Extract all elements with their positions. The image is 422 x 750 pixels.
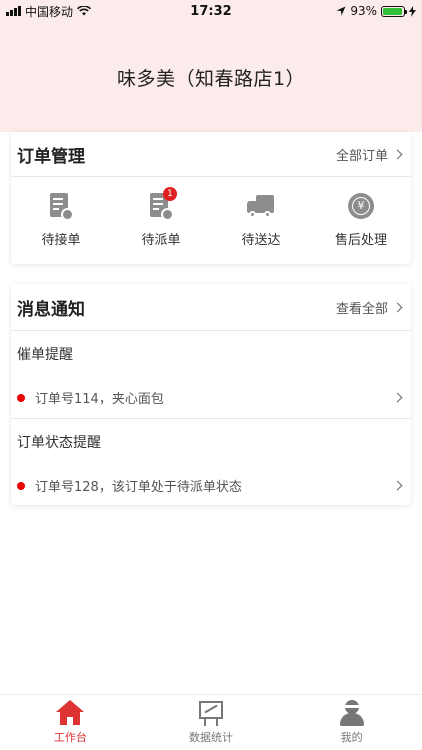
pending-order-icon bbox=[47, 192, 75, 221]
store-header: 味多美（知春路店1） bbox=[0, 22, 422, 132]
message-group-status: 订单状态提醒 订单号128，该订单处于待派单状态 bbox=[11, 419, 411, 506]
battery-icon bbox=[381, 5, 407, 17]
order-item-label: 售后处理 bbox=[334, 232, 387, 248]
home-icon bbox=[55, 700, 85, 726]
order-card-header: 订单管理 全部订单 bbox=[11, 132, 411, 177]
dispatch-order-icon: 1 bbox=[147, 186, 177, 221]
badge-count: 1 bbox=[163, 186, 177, 201]
message-text: 订单号128，该订单处于待派单状态 bbox=[35, 480, 242, 495]
message-card-header: 消息通知 查看全部 bbox=[11, 284, 411, 331]
battery-percent: 93% bbox=[350, 4, 377, 18]
unread-dot-icon bbox=[17, 393, 25, 402]
yuan-coin-icon: ¥ bbox=[347, 192, 375, 221]
chevron-right-icon bbox=[392, 392, 403, 403]
unread-dot-icon bbox=[17, 481, 25, 490]
order-item-dispatch[interactable]: 1 待派单 bbox=[111, 177, 211, 263]
view-all-label: 查看全部 bbox=[335, 301, 388, 317]
message-item[interactable]: 订单号114，夹心面包 bbox=[11, 377, 411, 418]
order-item-pending[interactable]: 待接单 bbox=[11, 177, 111, 263]
chevron-right-icon bbox=[392, 149, 403, 159]
order-item-label: 待送达 bbox=[241, 232, 281, 248]
message-item[interactable]: 订单号128，该订单处于待派单状态 bbox=[11, 465, 411, 506]
chevron-right-icon bbox=[392, 302, 403, 312]
order-card-title: 订单管理 bbox=[17, 146, 85, 167]
all-orders-link[interactable]: 全部订单 bbox=[336, 145, 405, 164]
message-group-urge: 催单提醒 订单号114，夹心面包 bbox=[11, 331, 411, 419]
all-orders-label: 全部订单 bbox=[335, 148, 388, 164]
order-item-label: 待派单 bbox=[141, 232, 181, 248]
tab-label: 数据统计 bbox=[189, 731, 233, 744]
status-bar: 中国移动 17:32 93% bbox=[0, 0, 422, 22]
message-type-label: 订单状态提醒 bbox=[17, 435, 101, 451]
tab-workbench[interactable]: 工作台 bbox=[0, 695, 141, 750]
chevron-right-icon bbox=[392, 480, 403, 491]
charging-bolt-icon bbox=[409, 5, 416, 17]
store-name: 味多美（知春路店1） bbox=[116, 67, 306, 90]
tab-statistics[interactable]: 数据统计 bbox=[141, 695, 282, 750]
order-management-card: 订单管理 全部订单 待接单 1 待派单 待送达 ¥ 售后处理 bbox=[11, 132, 411, 264]
order-item-after-sales[interactable]: ¥ 售后处理 bbox=[311, 177, 411, 263]
tab-label: 我的 bbox=[340, 731, 363, 744]
message-type-label: 催单提醒 bbox=[17, 347, 73, 363]
message-card-title: 消息通知 bbox=[17, 299, 85, 320]
bottom-tab-bar: 工作台 数据统计 我的 bbox=[0, 694, 422, 750]
order-item-label: 待接单 bbox=[41, 232, 81, 248]
status-right: 93% bbox=[336, 4, 416, 18]
view-all-link[interactable]: 查看全部 bbox=[336, 298, 405, 317]
order-item-delivering[interactable]: 待送达 bbox=[211, 177, 311, 263]
chart-board-icon bbox=[196, 700, 226, 726]
location-arrow-icon bbox=[336, 6, 346, 16]
message-text: 订单号114，夹心面包 bbox=[35, 392, 164, 407]
tab-label: 工作台 bbox=[53, 731, 87, 744]
truck-icon bbox=[247, 193, 275, 221]
message-notification-card: 消息通知 查看全部 催单提醒 订单号114，夹心面包 订单状态提醒 订单号128… bbox=[11, 284, 411, 505]
user-icon bbox=[337, 700, 367, 726]
tab-mine[interactable]: 我的 bbox=[281, 695, 422, 750]
order-status-row: 待接单 1 待派单 待送达 ¥ 售后处理 bbox=[11, 177, 411, 263]
